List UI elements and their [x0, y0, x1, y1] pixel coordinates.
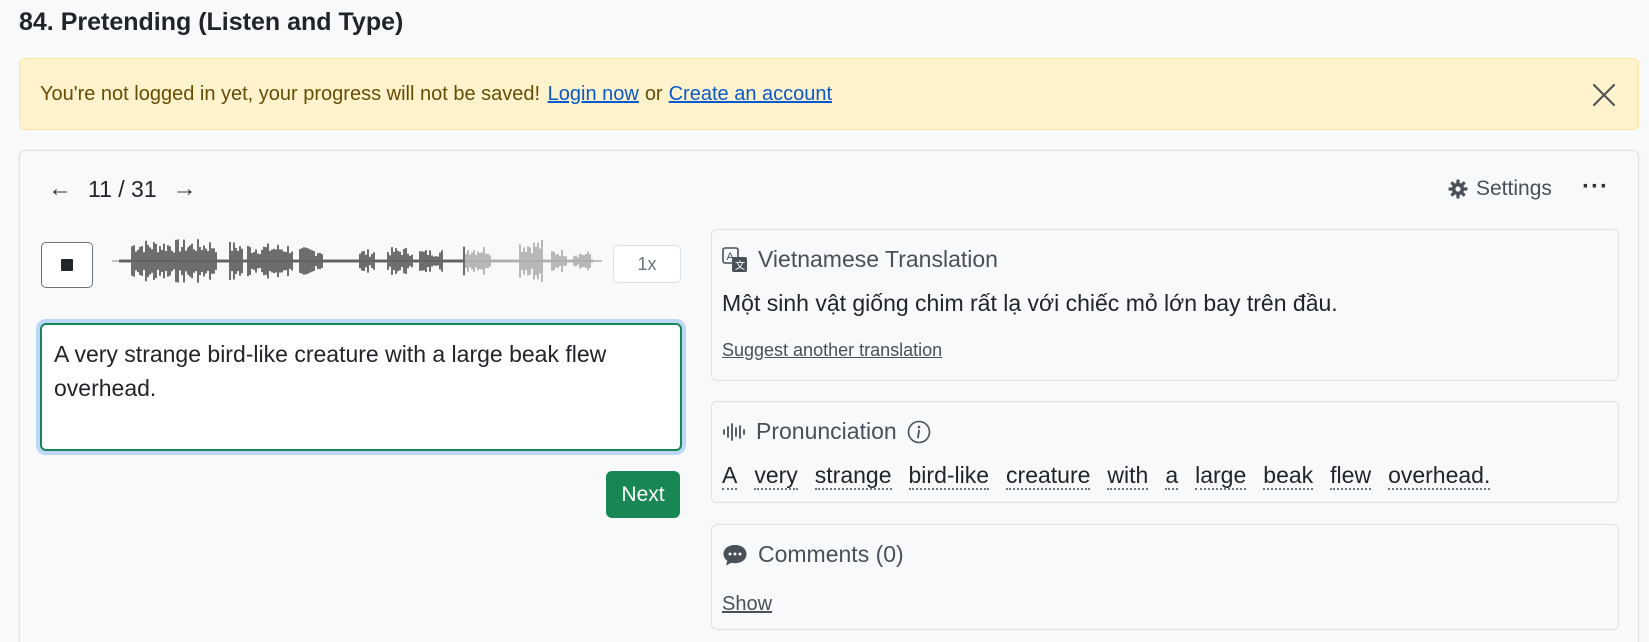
pronunciation-word[interactable]: creature	[1006, 462, 1091, 490]
pronunciation-header: Pronunciation	[722, 418, 931, 445]
pronunciation-title: Pronunciation	[756, 418, 897, 444]
svg-text:文: 文	[735, 259, 745, 272]
translation-title: Vietnamese Translation	[758, 246, 998, 272]
answer-input[interactable]: A very strange bird-like creature with a…	[40, 323, 682, 451]
audio-waveform[interactable]	[112, 227, 602, 295]
close-icon[interactable]	[1590, 81, 1618, 109]
playback-speed-button[interactable]: 1x	[613, 245, 681, 283]
exercise-card: ← 11 / 31 → Settings ··· 1x A very stran…	[19, 150, 1639, 642]
sentence-navigation: ← 11 / 31 →	[48, 175, 197, 203]
next-arrow-icon[interactable]: →	[173, 175, 197, 203]
stop-button[interactable]	[41, 242, 93, 288]
next-button[interactable]: Next	[606, 471, 680, 518]
pronunciation-word[interactable]: with	[1107, 462, 1149, 490]
pronunciation-word[interactable]: overhead.	[1388, 462, 1491, 490]
alert-message: You're not logged in yet, your progress …	[40, 82, 541, 105]
page-title: 84. Pretending (Listen and Type)	[19, 8, 404, 36]
login-link[interactable]: Login now	[548, 83, 639, 106]
sound-wave-icon	[723, 422, 745, 441]
comments-title: Comments (0)	[758, 541, 904, 567]
info-icon[interactable]	[907, 420, 931, 444]
pronunciation-words: Avery strange bird-like creature with a large b…	[722, 462, 1491, 490]
previous-arrow-icon[interactable]: ←	[48, 175, 72, 203]
pronunciation-word[interactable]: bird-like	[908, 462, 990, 490]
show-comments-link[interactable]: Show	[722, 593, 772, 616]
translate-icon: A 文	[722, 246, 747, 272]
pronunciation-word[interactable]: A	[722, 462, 738, 490]
comments-header: Comments (0)	[722, 541, 904, 568]
pronunciation-word[interactable]: large	[1195, 462, 1247, 490]
gear-icon	[1448, 179, 1468, 199]
more-options-icon[interactable]: ···	[1582, 173, 1609, 201]
translation-text: Một sinh vật giống chim rất lạ với chiếc…	[722, 290, 1338, 316]
login-alert: You're not logged in yet, your progress …	[19, 58, 1639, 130]
create-account-link[interactable]: Create an account	[669, 83, 832, 106]
suggest-translation-link[interactable]: Suggest another translation	[722, 340, 942, 361]
settings-label: Settings	[1476, 177, 1552, 200]
stop-icon	[61, 259, 73, 271]
pronunciation-panel: Pronunciation Avery strange bird-like creat…	[711, 401, 1619, 503]
comments-panel: Comments (0) Show	[711, 524, 1619, 630]
pronunciation-word[interactable]: very	[754, 462, 798, 490]
pronunciation-word[interactable]: flew	[1330, 462, 1372, 490]
translation-header: A 文 Vietnamese Translation	[722, 246, 998, 273]
settings-button[interactable]: Settings	[1448, 177, 1552, 201]
translation-panel: A 文 Vietnamese Translation Một sinh vật …	[711, 229, 1619, 381]
pronunciation-word[interactable]: beak	[1263, 462, 1314, 490]
alert-separator: or	[644, 82, 663, 105]
sentence-counter: 11 / 31	[88, 175, 157, 202]
pronunciation-word[interactable]: a	[1165, 462, 1179, 490]
comment-icon	[723, 544, 747, 565]
pronunciation-word[interactable]: strange	[814, 462, 892, 490]
